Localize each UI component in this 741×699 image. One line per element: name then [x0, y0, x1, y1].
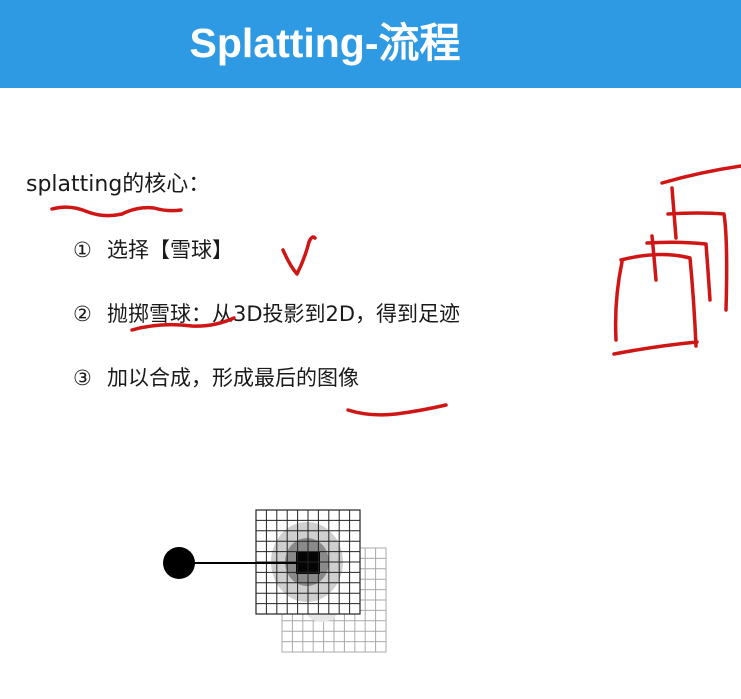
- check-mark: [281, 235, 317, 276]
- underline-splatting: [50, 205, 183, 218]
- stacked-squares-sketch: [612, 164, 741, 356]
- underline-image: [346, 403, 448, 417]
- handwritten-annotations: [50, 164, 741, 417]
- underline-throw: [130, 316, 236, 332]
